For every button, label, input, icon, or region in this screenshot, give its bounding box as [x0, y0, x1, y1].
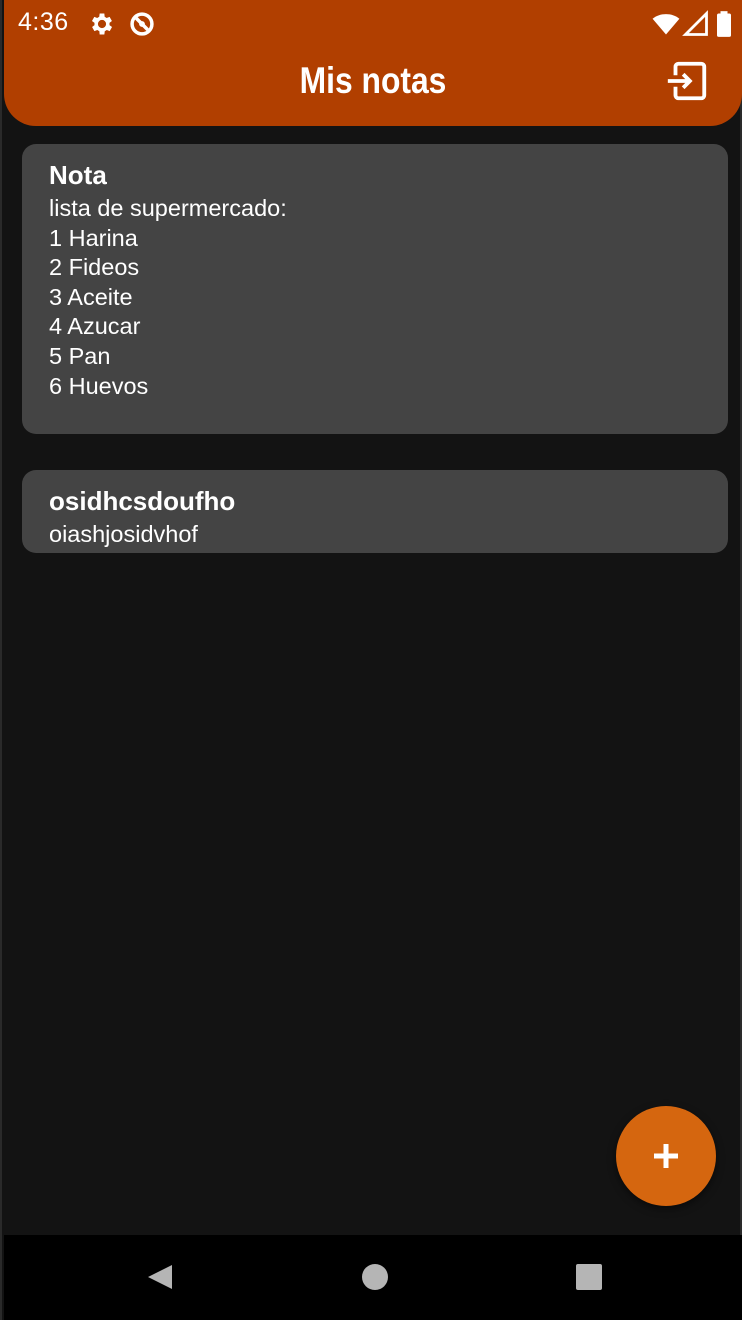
note-card[interactable]: Nota lista de supermercado: 1 Harina 2 F…: [22, 144, 728, 434]
plus-icon: [654, 1144, 678, 1168]
home-button[interactable]: [353, 1255, 397, 1299]
app-screen: 4:36 Mis notas Nota lista de supermercad…: [0, 0, 742, 1320]
app-bar: 4:36 Mis notas: [4, 0, 742, 126]
back-icon: [148, 1265, 172, 1289]
note-title: Nota: [49, 160, 107, 190]
page-title: Mis notas: [299, 60, 447, 101]
note-card[interactable]: osidhcsdoufho oiashjosidvhof: [22, 470, 728, 553]
sync-icon: [130, 12, 154, 36]
logout-button[interactable]: [664, 58, 710, 104]
recents-button[interactable]: [567, 1255, 611, 1299]
wifi-icon: [652, 14, 680, 35]
recents-icon: [576, 1264, 602, 1290]
note-body: oiashjosidvhof: [49, 521, 198, 547]
home-icon: [362, 1264, 388, 1290]
status-time: 4:36: [18, 8, 69, 36]
back-button[interactable]: [138, 1255, 182, 1299]
battery-icon: [717, 11, 731, 37]
add-note-button[interactable]: [616, 1106, 716, 1206]
system-nav-bar: [4, 1235, 742, 1320]
logout-icon: [667, 61, 707, 101]
note-body: lista de supermercado: 1 Harina 2 Fideos…: [49, 195, 287, 399]
settings-icon: [91, 13, 113, 35]
note-title: osidhcsdoufho: [49, 486, 236, 516]
status-bar: 4:36: [4, 0, 742, 48]
signal-icon: [682, 10, 708, 36]
